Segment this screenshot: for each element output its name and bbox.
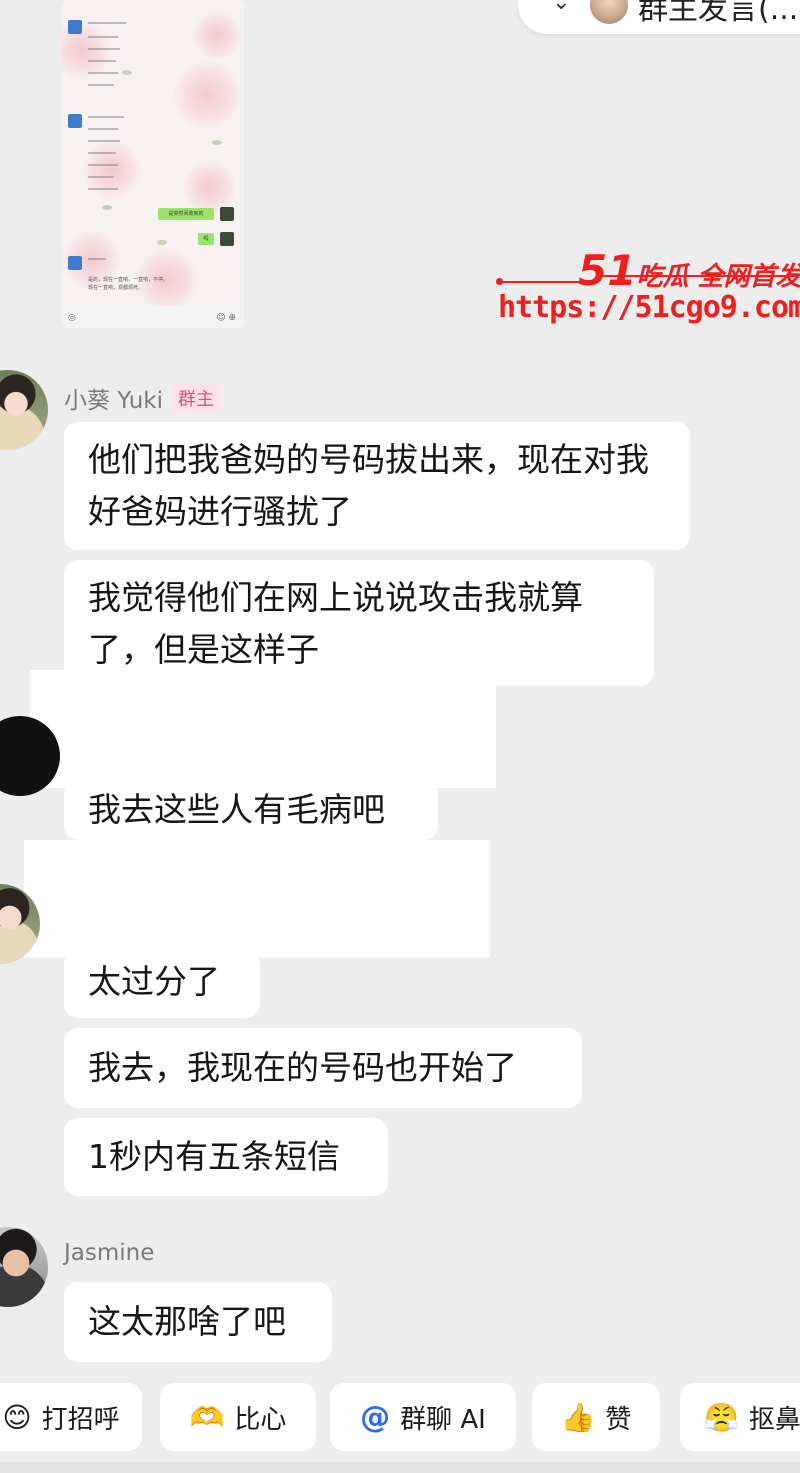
mini-input-bar: ◎ ☺ ⊕ xyxy=(62,306,244,328)
mini-avatar xyxy=(220,207,234,221)
mini-text-line-1: 是的，现在一直响，一直响，不停。 xyxy=(88,277,169,283)
announcer-avatar xyxy=(590,0,628,24)
quick-action-like[interactable]: 👍 赞 xyxy=(532,1383,660,1451)
nose-pick-emoji-icon: 😤 xyxy=(704,1400,739,1434)
quick-action-label: 群聊 AI xyxy=(400,1404,486,1435)
message-bubble[interactable]: 这太那啥了吧 xyxy=(64,1282,332,1362)
quick-action-heart[interactable]: 🫶 比心 xyxy=(160,1383,316,1451)
mini-voice-icon: ◎ xyxy=(68,313,76,323)
quick-action-greet[interactable]: 😊 打招呼 xyxy=(0,1383,142,1451)
mini-green-bubble-2: 吗 xyxy=(198,233,214,245)
watermark-divider xyxy=(496,275,796,285)
watermark-url: https://51cgo9.com xyxy=(498,290,800,325)
announcement-text: 群主发言(... xyxy=(638,0,799,27)
message-bubble[interactable]: 我去这些人有毛病吧 xyxy=(64,780,438,840)
sender-name: 小葵 Yuki xyxy=(64,388,164,414)
chevron-down-icon: ⌄ xyxy=(552,0,571,15)
avatar-yuki[interactable] xyxy=(0,370,48,450)
avatar-jasmine[interactable] xyxy=(0,1227,48,1307)
mini-green-bubble-1: 是突然间收到的 xyxy=(158,208,214,220)
bottom-divider xyxy=(0,1462,800,1473)
message-bubble[interactable]: 太过分了 xyxy=(64,950,260,1018)
quick-action-label: 比心 xyxy=(234,1404,287,1435)
quick-action-group-ai[interactable]: @ 群聊 AI xyxy=(330,1383,516,1451)
embedded-chat-screenshot[interactable]: 是突然间收到的 吗 是的，现在一直响，一直响，不停。 现在一直响，烦都烦死。 ◎… xyxy=(62,0,244,328)
sender-name-yuki: 小葵 Yuki 群主 xyxy=(64,381,222,415)
redacted-block xyxy=(24,840,490,958)
group-owner-badge: 群主 xyxy=(171,383,222,413)
sender-name-jasmine: Jasmine xyxy=(64,1240,155,1266)
at-icon: @ xyxy=(360,1399,391,1435)
watermark-brand-number: 51 xyxy=(578,246,637,295)
thumbs-up-icon: 👍 xyxy=(560,1400,596,1434)
mini-text-line-2: 现在一直响，烦都烦死。 xyxy=(88,285,144,291)
message-bubble[interactable]: 1秒内有五条短信 xyxy=(64,1118,388,1196)
quick-action-label: 赞 xyxy=(605,1404,632,1435)
quick-action-label: 打招呼 xyxy=(41,1404,120,1435)
watermark-brand: 51吃瓜 全网首发 xyxy=(578,246,800,295)
mini-avatar xyxy=(220,232,234,246)
wave-emoji-icon: 😊 xyxy=(2,1400,32,1434)
quick-action-nose-pick[interactable]: 😤 抠鼻 xyxy=(680,1383,800,1451)
heart-hands-emoji-icon: 🫶 xyxy=(189,1400,225,1434)
quick-action-label: 抠鼻 xyxy=(748,1404,800,1435)
message-bubble[interactable]: 他们把我爸妈的号码拔出来，现在对我好爸妈进行骚扰了 xyxy=(64,422,690,550)
message-bubble[interactable]: 我去，我现在的号码也开始了 xyxy=(64,1028,582,1108)
message-bubble[interactable]: 我觉得他们在网上说说攻击我就算了，但是这样子 xyxy=(64,560,654,686)
group-announcement-chip[interactable]: ⌄ 群主发言(... xyxy=(518,0,800,34)
redacted-block xyxy=(30,670,496,788)
mini-emoji-icon: ☺ ⊕ xyxy=(216,313,236,323)
watermark-brand-text: 吃瓜 全网首发 xyxy=(636,262,800,292)
